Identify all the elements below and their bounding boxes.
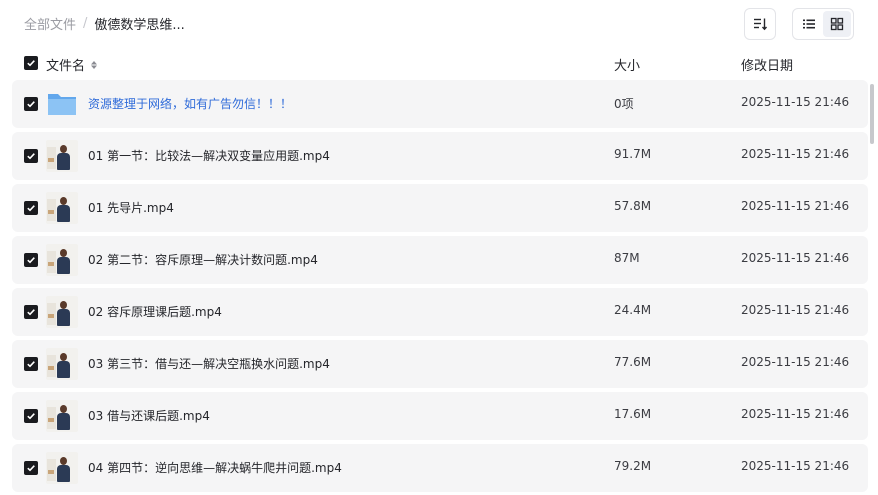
check-icon [27, 361, 35, 368]
row-checkbox[interactable] [24, 149, 38, 163]
check-icon [27, 153, 35, 160]
file-name[interactable]: 资源整理于网络，如有广告勿信！！！ [88, 95, 292, 112]
file-row[interactable]: 01 第一节：比较法—解决双变量应用题.mp4 91.7M 2025-11-15… [12, 132, 868, 180]
file-row[interactable]: 03 第三节：借与还—解决空瓶换水问题.mp4 77.6M 2025-11-15… [12, 340, 868, 388]
video-thumbnail [46, 192, 78, 224]
check-icon [27, 60, 35, 67]
file-size: 57.8M [614, 199, 652, 213]
column-size-label[interactable]: 大小 [614, 55, 640, 74]
file-date: 2025-11-15 21:46 [741, 95, 850, 109]
breadcrumb-root-link[interactable]: 全部文件 [24, 14, 76, 33]
list-view-button[interactable] [795, 11, 823, 37]
file-date: 2025-11-15 21:46 [741, 407, 850, 421]
breadcrumb: 全部文件 / 傲德数学思维... [24, 14, 185, 33]
video-thumbnail [46, 296, 78, 328]
file-name[interactable]: 02 第二节：容斥原理—解决计数问题.mp4 [88, 251, 318, 268]
file-name[interactable]: 03 借与还课后题.mp4 [88, 407, 210, 424]
file-size: 77.6M [614, 355, 652, 369]
file-row[interactable]: 02 第二节：容斥原理—解决计数问题.mp4 87M 2025-11-15 21… [12, 236, 868, 284]
file-row[interactable]: 03 借与还课后题.mp4 17.6M 2025-11-15 21:46 [12, 392, 868, 440]
video-thumbnail [46, 140, 78, 172]
row-checkbox[interactable] [24, 305, 38, 319]
row-checkbox[interactable] [24, 357, 38, 371]
file-name[interactable]: 01 第一节：比较法—解决双变量应用题.mp4 [88, 147, 330, 164]
check-icon [27, 257, 35, 264]
file-date: 2025-11-15 21:46 [741, 303, 850, 317]
file-row[interactable]: 01 先导片.mp4 57.8M 2025-11-15 21:46 [12, 184, 868, 232]
row-checkbox[interactable] [24, 409, 38, 423]
file-size: 79.2M [614, 459, 652, 473]
folder-icon [46, 88, 78, 120]
column-header: 文件名 大小 修改日期 [0, 52, 878, 76]
file-size: 24.4M [614, 303, 652, 317]
video-thumbnail [46, 452, 78, 484]
grid-view-button[interactable] [823, 11, 851, 37]
check-icon [27, 205, 35, 212]
file-row[interactable]: 02 容斥原理课后题.mp4 24.4M 2025-11-15 21:46 [12, 288, 868, 336]
select-all-checkbox[interactable] [24, 56, 38, 70]
check-icon [27, 413, 35, 420]
check-icon [27, 309, 35, 316]
video-thumbnail [46, 400, 78, 432]
breadcrumb-current: 傲德数学思维... [94, 18, 185, 33]
file-name[interactable]: 04 第四节：逆向思维—解决蜗牛爬井问题.mp4 [88, 459, 342, 476]
sort-lines-icon [754, 18, 768, 31]
file-date: 2025-11-15 21:46 [741, 147, 850, 161]
file-row[interactable]: 04 第四节：逆向思维—解决蜗牛爬井问题.mp4 79.2M 2025-11-1… [12, 444, 868, 492]
top-bar: 全部文件 / 傲德数学思维... [0, 0, 878, 46]
column-date-label[interactable]: 修改日期 [741, 55, 793, 74]
file-size: 91.7M [614, 147, 652, 161]
file-list: 资源整理于网络，如有广告勿信！！！ 0项 2025-11-15 21:46 01… [12, 80, 868, 495]
sort-arrows-icon [91, 60, 98, 69]
file-row-folder[interactable]: 资源整理于网络，如有广告勿信！！！ 0项 2025-11-15 21:46 [12, 80, 868, 128]
breadcrumb-separator: / [83, 16, 88, 31]
file-size: 0项 [614, 97, 634, 111]
file-name[interactable]: 03 第三节：借与还—解决空瓶换水问题.mp4 [88, 355, 330, 372]
column-name-label: 文件名 [46, 59, 86, 74]
column-name-sort[interactable]: 文件名 [46, 55, 99, 74]
row-checkbox[interactable] [24, 97, 38, 111]
row-checkbox[interactable] [24, 253, 38, 267]
file-date: 2025-11-15 21:46 [741, 459, 850, 473]
file-size: 17.6M [614, 407, 652, 421]
grid-view-icon [830, 17, 844, 31]
sort-button[interactable] [744, 8, 776, 40]
check-icon [27, 101, 35, 108]
file-date: 2025-11-15 21:46 [741, 355, 850, 369]
file-date: 2025-11-15 21:46 [741, 251, 850, 265]
file-name[interactable]: 02 容斥原理课后题.mp4 [88, 303, 222, 320]
row-checkbox[interactable] [24, 461, 38, 475]
vertical-scrollbar[interactable] [870, 84, 874, 144]
file-date: 2025-11-15 21:46 [741, 199, 850, 213]
video-thumbnail [46, 348, 78, 380]
file-name[interactable]: 01 先导片.mp4 [88, 199, 174, 216]
video-thumbnail [46, 244, 78, 276]
view-toggle [792, 8, 854, 40]
file-size: 87M [614, 251, 640, 265]
check-icon [27, 465, 35, 472]
list-view-icon [803, 19, 815, 29]
row-checkbox[interactable] [24, 201, 38, 215]
